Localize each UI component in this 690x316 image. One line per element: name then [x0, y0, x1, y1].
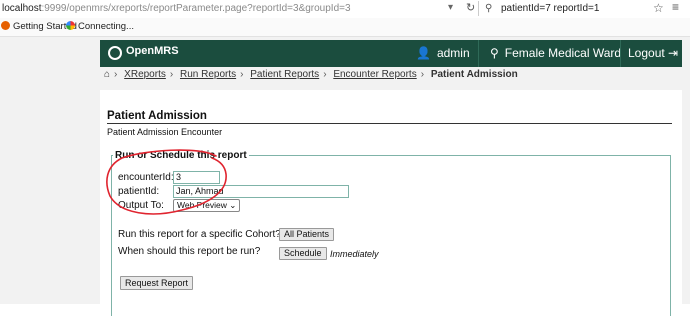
search-input[interactable]: ⚲ patientId=7 reportId=1 — [478, 1, 651, 16]
breadcrumb-current: Patient Admission — [430, 69, 518, 80]
location-pin-icon: ⚲ — [490, 46, 499, 60]
firefox-icon — [1, 21, 10, 30]
home-icon[interactable]: ⌂ — [104, 69, 110, 80]
search-text: patientId=7 reportId=1 — [501, 3, 600, 14]
schedule-value: Immediately — [330, 249, 379, 259]
logout-label: Logout — [628, 46, 665, 60]
reload-icon[interactable]: ↻ — [466, 1, 475, 14]
header-divider — [620, 40, 621, 67]
user-name: admin — [436, 46, 470, 60]
location-name: Female Medical Ward — [504, 46, 622, 60]
logout-icon: ⇥ — [668, 46, 679, 60]
cohort-question: Run this report for a specific Cohort? — [118, 229, 281, 240]
search-icon: ⚲ — [485, 3, 493, 14]
title-divider — [107, 123, 672, 124]
bookmark-connecting[interactable]: Connecting... — [66, 21, 134, 32]
breadcrumb-patient-reports[interactable]: Patient Reports — [250, 69, 319, 80]
request-report-button[interactable]: Request Report — [120, 276, 194, 290]
all-patients-button[interactable]: All Patients — [279, 228, 335, 241]
app-header: OpenMRS 👤 admin ⚲ Female Medical Ward Logo… — [100, 40, 682, 67]
breadcrumb: ⌂ › XReports › Run Reports › Patient Report… — [104, 69, 518, 80]
bookmark-label: Connecting... — [78, 21, 134, 32]
breadcrumb-encounter-reports[interactable]: Encounter Reports — [333, 69, 416, 80]
browser-toolbar: localhost:9999/openmrs/xreports/reportPa… — [0, 0, 690, 19]
location-menu[interactable]: ⚲ Female Medical Ward — [490, 46, 621, 60]
schedule-question: When should this report be run? — [118, 246, 261, 257]
openmrs-icon — [108, 46, 122, 60]
header-divider — [478, 40, 479, 67]
logo-text: OpenMRS — [126, 45, 179, 57]
url-path: :9999/openmrs/xreports/reportParameter.p… — [41, 3, 351, 14]
bookmark-star-icon[interactable]: ☆ — [653, 1, 664, 15]
breadcrumb-run-reports[interactable]: Run Reports — [180, 69, 236, 80]
report-description: Patient Admission Encounter — [107, 127, 223, 137]
user-icon: 👤 — [416, 46, 431, 60]
url-bar[interactable]: localhost:9999/openmrs/xreports/reportPa… — [2, 3, 351, 14]
url-host: localhost — [2, 3, 42, 14]
more-icon[interactable]: ≡ — [672, 0, 679, 14]
bookmarks-toolbar: Getting Started Connecting... — [0, 18, 690, 37]
logout-link[interactable]: Logout ⇥ — [628, 46, 678, 60]
dropdown-icon[interactable]: ▾ — [448, 2, 453, 13]
annotation-circle — [106, 149, 227, 215]
schedule-button[interactable]: Schedule — [279, 247, 327, 260]
loading-icon — [66, 21, 75, 30]
page-title: Patient Admission — [107, 110, 207, 122]
breadcrumb-xreports[interactable]: XReports — [124, 69, 166, 80]
user-menu[interactable]: 👤 admin — [416, 46, 470, 60]
